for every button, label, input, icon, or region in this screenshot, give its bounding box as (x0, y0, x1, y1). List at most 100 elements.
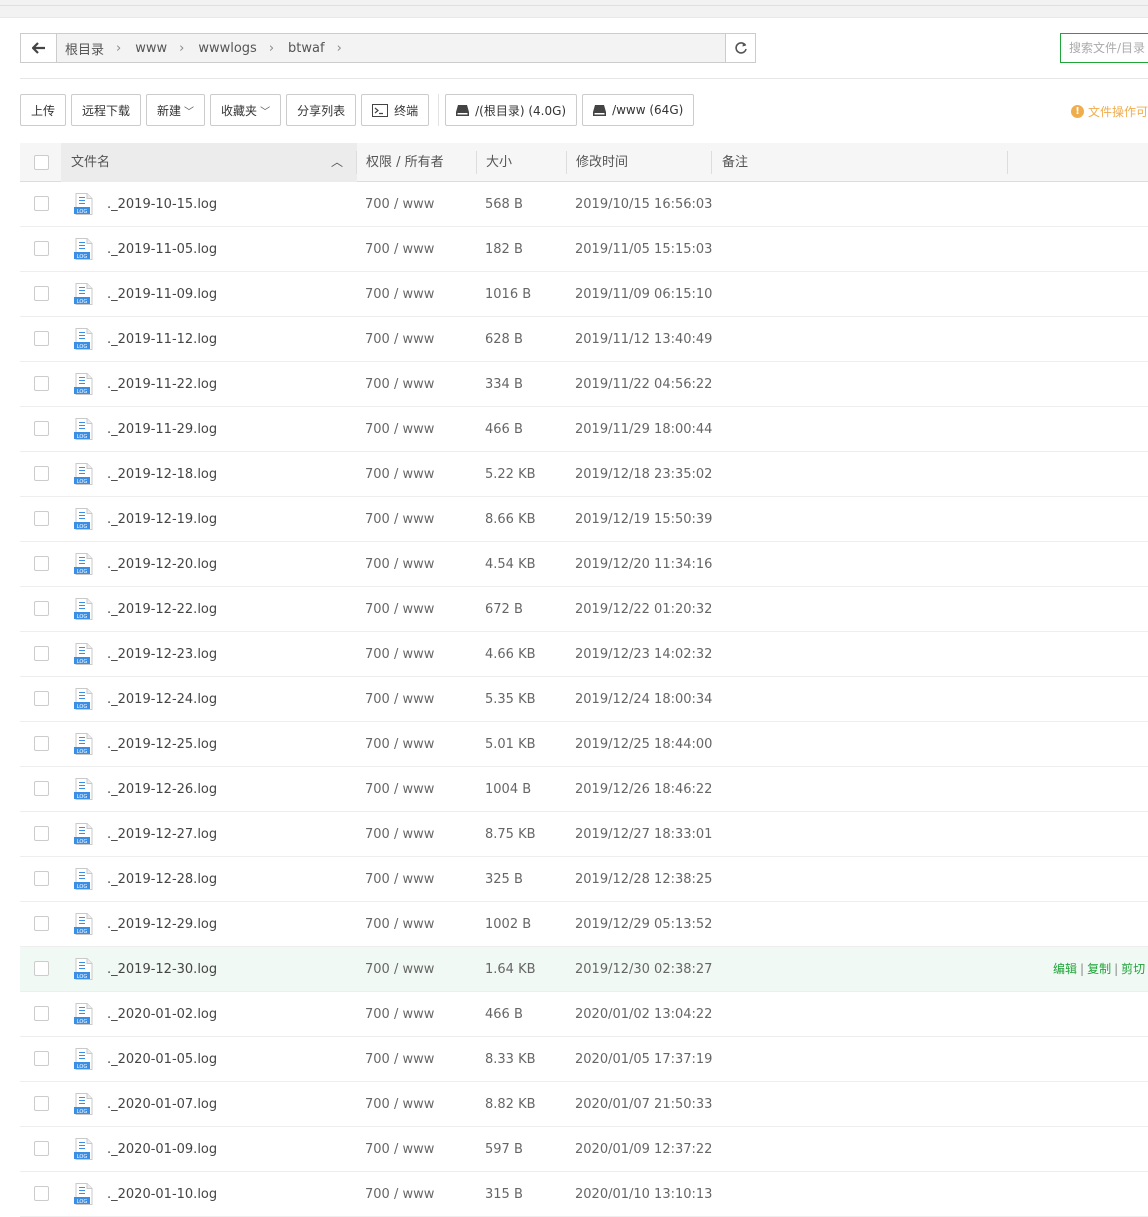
row-checkbox[interactable] (34, 601, 49, 616)
row-checkbox[interactable] (34, 916, 49, 931)
file-name[interactable]: ._2019-12-28.log (107, 857, 217, 902)
table-row[interactable]: LOG ._2019-10-15.log 700 / www 568 B 2019/10… (20, 182, 1148, 227)
sort-up-icon[interactable]: ︿ (331, 143, 343, 182)
table-row[interactable]: LOG ._2019-11-12.log 700 / www 628 B 2019/11… (20, 317, 1148, 362)
breadcrumb-item-www[interactable]: www › (135, 41, 184, 56)
table-row[interactable]: LOG ._2019-11-09.log 700 / www 1016 B 2019/1… (20, 272, 1148, 317)
file-permission[interactable]: 700 / www (365, 182, 434, 227)
remote-download-button[interactable]: 远程下载 (71, 94, 142, 126)
row-checkbox[interactable] (34, 871, 49, 886)
file-permission[interactable]: 700 / www (365, 902, 434, 947)
file-permission[interactable]: 700 / www (365, 452, 434, 497)
table-row[interactable]: LOG ._2019-11-05.log 700 / www 182 B 2019/11… (20, 227, 1148, 272)
row-checkbox[interactable] (34, 826, 49, 841)
row-checkbox[interactable] (34, 466, 49, 481)
terminal-button[interactable]: 终端 (361, 94, 430, 126)
file-permission[interactable]: 700 / www (365, 1172, 434, 1217)
row-checkbox[interactable] (34, 691, 49, 706)
table-row[interactable]: LOG ._2019-12-28.log 700 / www 325 B 2019/12… (20, 857, 1148, 902)
new-dropdown-button[interactable]: 新建 ﹀ (146, 94, 206, 126)
cut-link[interactable]: 剪切 (1121, 962, 1145, 976)
row-checkbox[interactable] (34, 196, 49, 211)
file-name[interactable]: ._2020-01-10.log (107, 1172, 217, 1217)
row-checkbox[interactable] (34, 1186, 49, 1201)
table-row[interactable]: LOG ._2019-12-26.log 700 / www 1004 B 2019/1… (20, 767, 1148, 812)
favorites-dropdown-button[interactable]: 收藏夹 ﹀ (210, 94, 282, 126)
table-row[interactable]: LOG ._2020-01-10.log 700 / www 315 B 2020/01… (20, 1172, 1148, 1217)
table-row[interactable]: LOG ._2019-11-22.log 700 / www 334 B 2019/11… (20, 362, 1148, 407)
file-name[interactable]: ._2019-12-18.log (107, 452, 217, 497)
table-row[interactable]: LOG ._2019-12-20.log 700 / www 4.54 KB 2019/… (20, 542, 1148, 587)
header-name[interactable]: 文件名 (71, 143, 110, 182)
file-name[interactable]: ._2019-12-26.log (107, 767, 217, 812)
table-row[interactable]: LOG ._2020-01-02.log 700 / www 466 B 2020/01… (20, 992, 1148, 1037)
file-permission[interactable]: 700 / www (365, 857, 434, 902)
file-permission[interactable]: 700 / www (365, 947, 434, 992)
file-operation-notice[interactable]: ! 文件操作可 (1071, 103, 1148, 120)
row-checkbox[interactable] (34, 646, 49, 661)
row-checkbox[interactable] (34, 961, 49, 976)
header-permission[interactable]: 权限 / 所有者 (366, 143, 444, 182)
breadcrumb-item-btwaf[interactable]: btwaf › (288, 41, 342, 56)
table-row[interactable]: LOG ._2020-01-05.log 700 / www 8.33 KB 2020/… (20, 1037, 1148, 1082)
copy-link[interactable]: 复制 (1087, 962, 1111, 976)
row-checkbox[interactable] (34, 1096, 49, 1111)
row-checkbox[interactable] (34, 331, 49, 346)
row-checkbox[interactable] (34, 556, 49, 571)
row-checkbox[interactable] (34, 511, 49, 526)
file-permission[interactable]: 700 / www (365, 812, 434, 857)
row-checkbox[interactable] (34, 736, 49, 751)
table-row[interactable]: LOG ._2019-12-22.log 700 / www 672 B 2019/12… (20, 587, 1148, 632)
row-checkbox[interactable] (34, 781, 49, 796)
search-input[interactable]: 搜索文件/目录 (1060, 33, 1148, 63)
file-name[interactable]: ._2020-01-05.log (107, 1037, 217, 1082)
table-row[interactable]: LOG ._2019-12-19.log 700 / www 8.66 KB 2019/… (20, 497, 1148, 542)
table-row[interactable]: LOG ._2020-01-07.log 700 / www 8.82 KB 2020/… (20, 1082, 1148, 1127)
file-name[interactable]: ._2019-12-24.log (107, 677, 217, 722)
file-permission[interactable]: 700 / www (365, 497, 434, 542)
file-name[interactable]: ._2019-12-27.log (107, 812, 217, 857)
breadcrumb-item-root[interactable]: 根目录 › (65, 39, 121, 58)
file-name[interactable]: ._2020-01-07.log (107, 1082, 217, 1127)
table-row[interactable]: LOG ._2019-11-29.log 700 / www 466 B 2019/11… (20, 407, 1148, 452)
row-checkbox[interactable] (34, 1006, 49, 1021)
table-row[interactable]: LOG ._2019-12-23.log 700 / www 4.66 KB 2019/… (20, 632, 1148, 677)
file-permission[interactable]: 700 / www (365, 272, 434, 317)
row-checkbox[interactable] (34, 241, 49, 256)
back-button[interactable] (21, 34, 57, 62)
file-permission[interactable]: 700 / www (365, 227, 434, 272)
file-name[interactable]: ._2019-12-19.log (107, 497, 217, 542)
row-checkbox[interactable] (34, 1051, 49, 1066)
file-name[interactable]: ._2020-01-02.log (107, 992, 217, 1037)
row-checkbox[interactable] (34, 421, 49, 436)
table-row[interactable]: LOG ._2020-01-09.log 700 / www 597 B 2020/01… (20, 1127, 1148, 1172)
file-name[interactable]: ._2019-12-29.log (107, 902, 217, 947)
file-name[interactable]: ._2019-11-29.log (107, 407, 217, 452)
file-permission[interactable]: 700 / www (365, 767, 434, 812)
table-row[interactable]: LOG ._2019-12-27.log 700 / www 8.75 KB 2019/… (20, 812, 1148, 857)
file-permission[interactable]: 700 / www (365, 407, 434, 452)
file-name[interactable]: ._2019-10-15.log (107, 182, 217, 227)
upload-button[interactable]: 上传 (20, 94, 67, 126)
file-name[interactable]: ._2019-12-23.log (107, 632, 217, 677)
header-size[interactable]: 大小 (486, 143, 512, 182)
disk-www-button[interactable]: /www (64G) (582, 94, 695, 126)
file-name[interactable]: ._2019-12-20.log (107, 542, 217, 587)
breadcrumb-item-wwwlogs[interactable]: wwwlogs › (198, 41, 274, 56)
file-permission[interactable]: 700 / www (365, 992, 434, 1037)
edit-link[interactable]: 编辑 (1053, 962, 1077, 976)
table-row[interactable]: LOG ._2019-12-18.log 700 / www 5.22 KB 2019/… (20, 452, 1148, 497)
file-permission[interactable]: 700 / www (365, 587, 434, 632)
file-name[interactable]: ._2019-11-05.log (107, 227, 217, 272)
row-checkbox[interactable] (34, 286, 49, 301)
file-permission[interactable]: 700 / www (365, 1082, 434, 1127)
table-row[interactable]: LOG ._2019-12-29.log 700 / www 1002 B 2019/1… (20, 902, 1148, 947)
file-permission[interactable]: 700 / www (365, 632, 434, 677)
file-name[interactable]: ._2019-11-22.log (107, 362, 217, 407)
file-name[interactable]: ._2019-11-09.log (107, 272, 217, 317)
file-permission[interactable]: 700 / www (365, 317, 434, 362)
disk-root-button[interactable]: /(根目录) (4.0G) (445, 94, 578, 126)
refresh-button[interactable] (725, 34, 755, 62)
file-permission[interactable]: 700 / www (365, 542, 434, 587)
table-row[interactable]: LOG ._2019-12-30.log 700 / www 1.64 KB 2019/… (20, 947, 1148, 992)
